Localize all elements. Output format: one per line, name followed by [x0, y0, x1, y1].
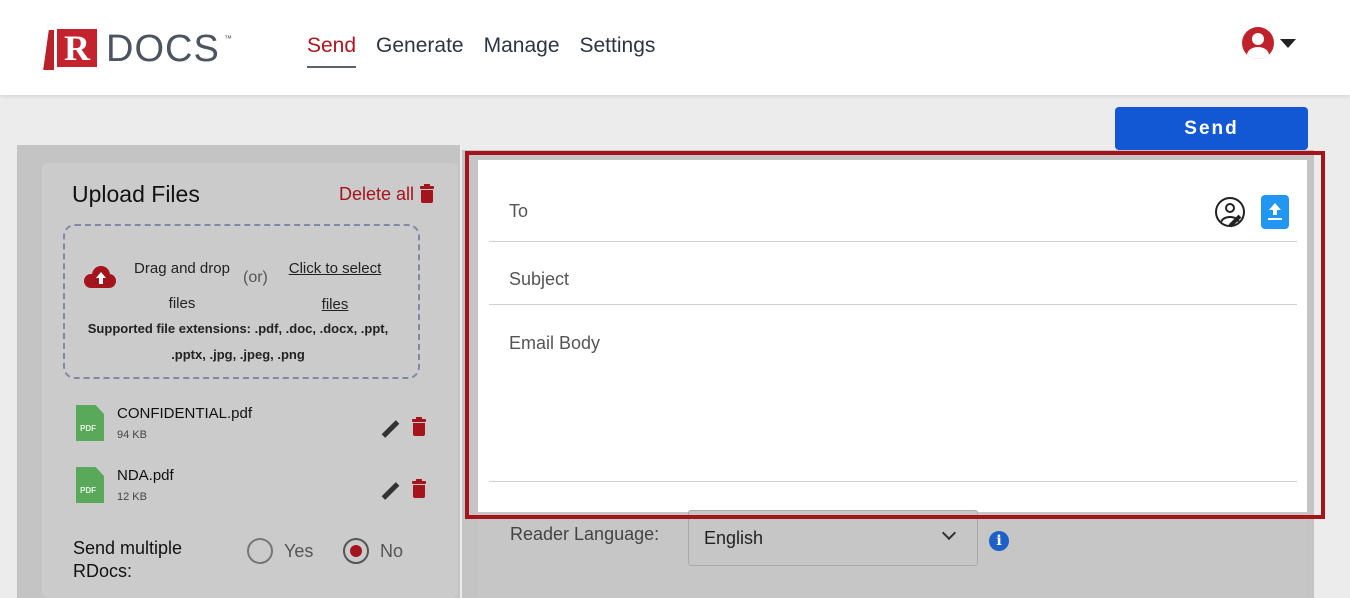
file-row: PDF CONFIDENTIAL.pdf 94 KB: [74, 405, 434, 445]
rdocs-logo[interactable]: R DOCS ™: [43, 24, 236, 72]
yes-label: Yes: [284, 541, 314, 561]
drag-drop-text: Drag and drop files: [134, 260, 230, 312]
send-button[interactable]: Send: [1115, 107, 1308, 150]
nav-manage[interactable]: Manage: [484, 34, 560, 68]
or-text: (or): [243, 269, 268, 286]
delete-all-button[interactable]: Delete all: [339, 184, 435, 205]
user-circle-icon: [1242, 27, 1274, 59]
send-multiple-yes-radio[interactable]: [247, 538, 273, 564]
divider: [489, 304, 1297, 305]
top-header: R DOCS ™ Send Generate Manage Settings: [0, 0, 1350, 95]
logo-mark: R: [43, 26, 100, 70]
divider: [489, 241, 1297, 242]
cloud-upload-icon: [84, 266, 116, 288]
subject-field[interactable]: Subject: [509, 269, 569, 290]
email-body-field[interactable]: Email Body: [509, 333, 600, 354]
reader-language-value: English: [704, 528, 764, 548]
user-menu[interactable]: [1242, 27, 1296, 59]
pdf-file-icon: PDF: [76, 467, 104, 503]
send-multiple-label: Send multiple RDocs:: [73, 538, 183, 581]
caret-down-icon: [1280, 38, 1296, 48]
nav-settings[interactable]: Settings: [580, 34, 656, 68]
send-multiple-no-radio[interactable]: [343, 538, 369, 564]
pdf-file-icon: PDF: [76, 405, 104, 441]
upload-title: Upload Files: [72, 181, 200, 207]
nav-send[interactable]: Send: [307, 34, 357, 68]
pencil-icon[interactable]: [381, 420, 400, 438]
supported-extensions: Supported file extensions: .pdf, .doc, .…: [87, 321, 389, 362]
no-label: No: [380, 541, 404, 561]
upload-recipients-icon[interactable]: [1261, 195, 1289, 229]
divider: [489, 481, 1297, 482]
file-name: NDA.pdf: [117, 467, 174, 484]
to-field[interactable]: To: [509, 201, 528, 222]
nav-generate[interactable]: Generate: [376, 34, 464, 68]
reader-language-label: Reader Language:: [510, 524, 660, 544]
pencil-icon[interactable]: [381, 482, 400, 500]
file-name: CONFIDENTIAL.pdf: [117, 405, 253, 422]
trash-icon[interactable]: [412, 417, 426, 436]
trash-icon[interactable]: [412, 479, 426, 498]
file-size: 12 KB: [117, 491, 147, 503]
click-to-select-link[interactable]: Click to select files: [280, 251, 390, 323]
file-row: PDF NDA.pdf 12 KB: [74, 467, 434, 507]
trash-icon: [420, 184, 435, 203]
info-icon[interactable]: i: [989, 531, 1009, 551]
delete-all-label: Delete all: [339, 184, 415, 204]
file-size: 94 KB: [117, 429, 147, 441]
main-nav: Send Generate Manage Settings: [307, 34, 655, 68]
logo-text: DOCS: [106, 28, 220, 70]
